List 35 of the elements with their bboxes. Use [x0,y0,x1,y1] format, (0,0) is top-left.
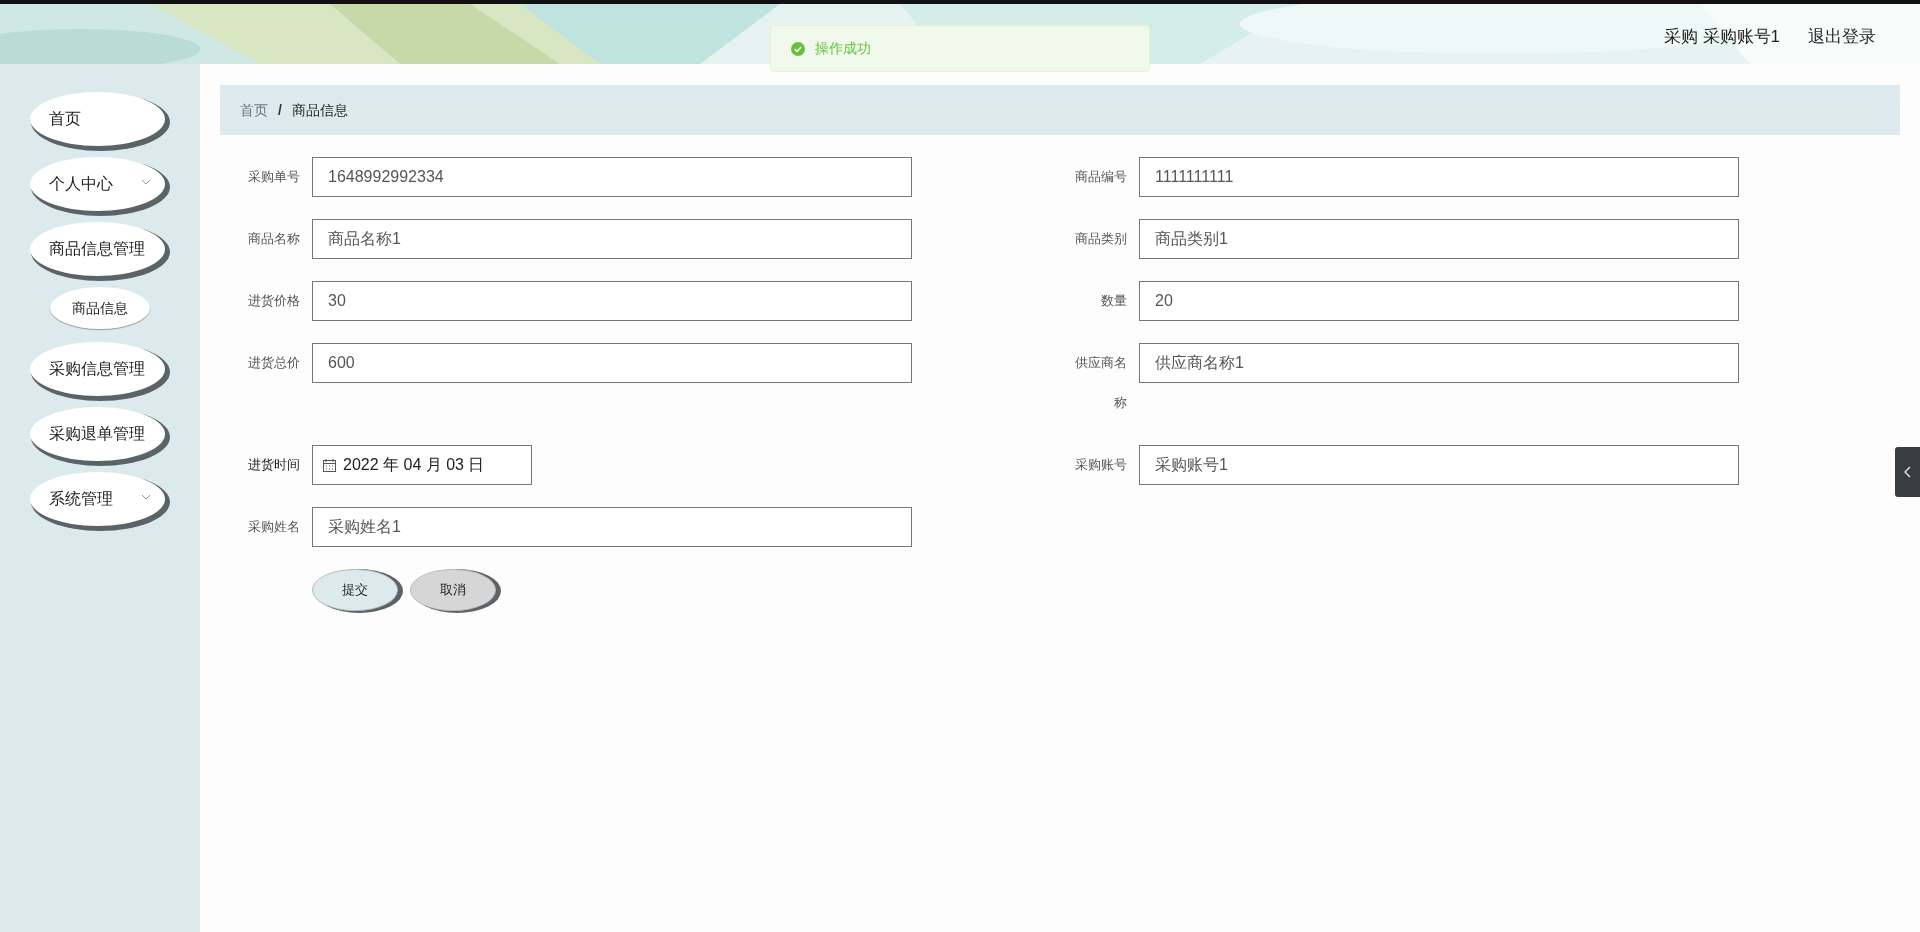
field-label: 进货时间 [247,456,301,474]
chevron-down-icon [141,179,151,185]
success-icon [791,41,805,56]
date-field[interactable]: 2022 年 04 月 03 日 [312,445,532,485]
text-field[interactable]: 采购姓名1 [312,507,912,547]
text-field[interactable]: 600 [312,343,912,383]
field-label: 供应商名称 [1074,354,1128,412]
chevron-left-icon [1903,466,1912,478]
text-field[interactable]: 商品名称1 [312,219,912,259]
text-field[interactable]: 20 [1139,281,1739,321]
field-label: 商品名称 [247,230,301,248]
calendar-icon [323,458,336,472]
field-label: 采购账号 [1074,456,1128,474]
text-field[interactable]: 采购账号1 [1139,445,1739,485]
collapse-handle[interactable] [1895,447,1920,497]
field-label: 采购单号 [247,168,301,186]
field-label: 商品编号 [1074,168,1128,186]
breadcrumb-link[interactable]: 首页 [240,99,268,121]
chevron-down-icon [141,494,151,500]
breadcrumb-separator: / [278,100,282,120]
text-field[interactable]: 1111111111 [1139,157,1739,197]
field-label: 商品类别 [1074,230,1128,248]
text-field[interactable]: 商品类别1 [1139,219,1739,259]
field-label: 数量 [1100,292,1128,310]
text-field[interactable]: 1648992992334 [312,157,912,197]
text-field[interactable]: 30 [312,281,912,321]
logout-link[interactable]: 退出登录 [1808,24,1876,50]
field-label: 进货总价 [247,354,301,372]
field-label: 采购姓名 [247,518,301,536]
toast-message: 操作成功 [815,39,871,58]
breadcrumb-current: 商品信息 [291,100,348,120]
text-field[interactable]: 供应商名称1 [1139,343,1739,383]
field-label: 进货价格 [247,292,301,310]
sidebar-subitem[interactable]: 商品信息 [50,287,150,329]
user-label: 采购 采购账号1 [1663,26,1780,48]
